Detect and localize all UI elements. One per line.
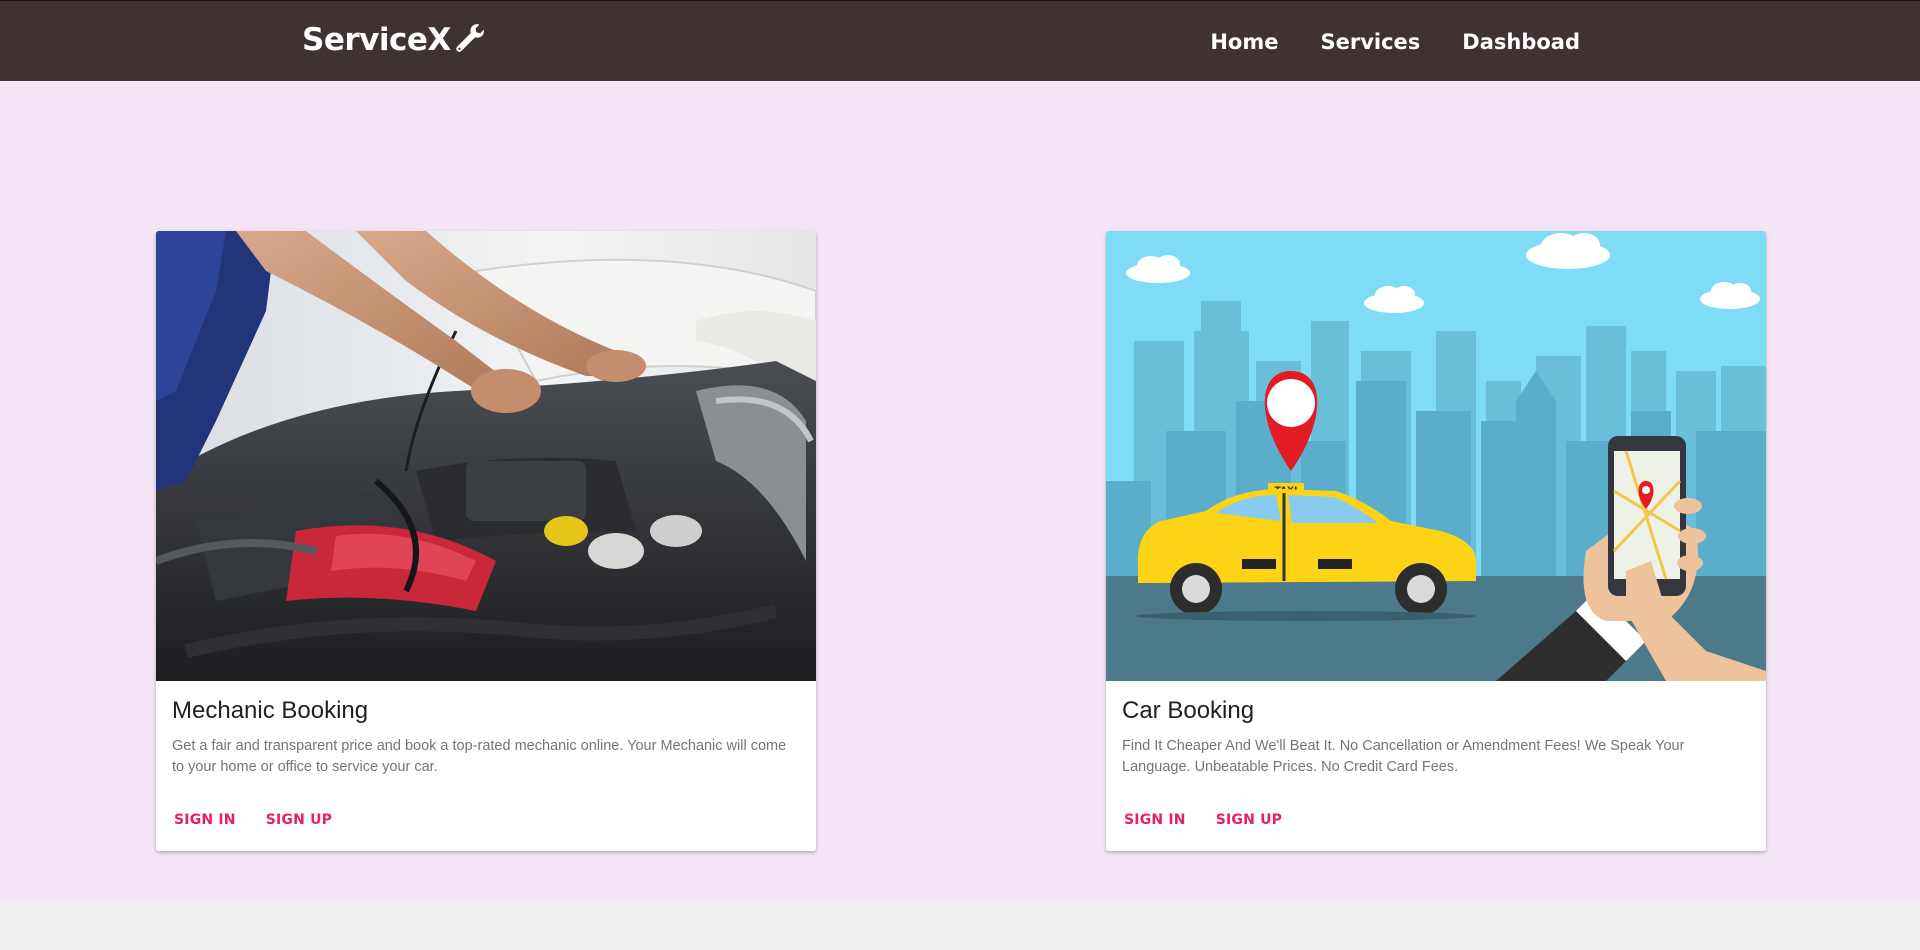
brand-name: ServiceX (302, 22, 451, 58)
taxi-image: TAXI (1106, 231, 1766, 681)
card-title: Mechanic Booking (172, 697, 369, 724)
mechanic-image (156, 231, 816, 681)
sign-in-button[interactable]: SIGN IN (174, 812, 236, 828)
card-title: Car Booking (1122, 697, 1255, 724)
car-booking-card: TAXI Car Booking Find It Cheaper A (1106, 231, 1766, 851)
wrench-icon (456, 24, 484, 52)
sign-up-button[interactable]: SIGN UP (1216, 812, 1282, 828)
card-description: Find It Cheaper And We'll Beat It. No Ca… (1122, 738, 1685, 775)
nav-link-dashboard[interactable]: Dashboad (1462, 30, 1580, 54)
card-actions: SIGN IN SIGN UP (1124, 812, 1312, 828)
footer (0, 901, 1920, 950)
nav-link-services[interactable]: Services (1320, 30, 1420, 54)
brand-logo[interactable]: ServiceX (302, 22, 488, 58)
nav-links: Home Services Dashboad (1168, 1, 1580, 82)
mechanic-booking-card: Mechanic Booking Get a fair and transpar… (156, 231, 816, 851)
sign-up-button[interactable]: SIGN UP (266, 812, 332, 828)
card-actions: SIGN IN SIGN UP (174, 812, 362, 828)
card-description: Get a fair and transparent price and boo… (172, 738, 787, 775)
navbar: ServiceX Home Services Dashboad (0, 0, 1920, 81)
nav-link-home[interactable]: Home (1210, 30, 1278, 54)
sign-in-button[interactable]: SIGN IN (1124, 812, 1186, 828)
